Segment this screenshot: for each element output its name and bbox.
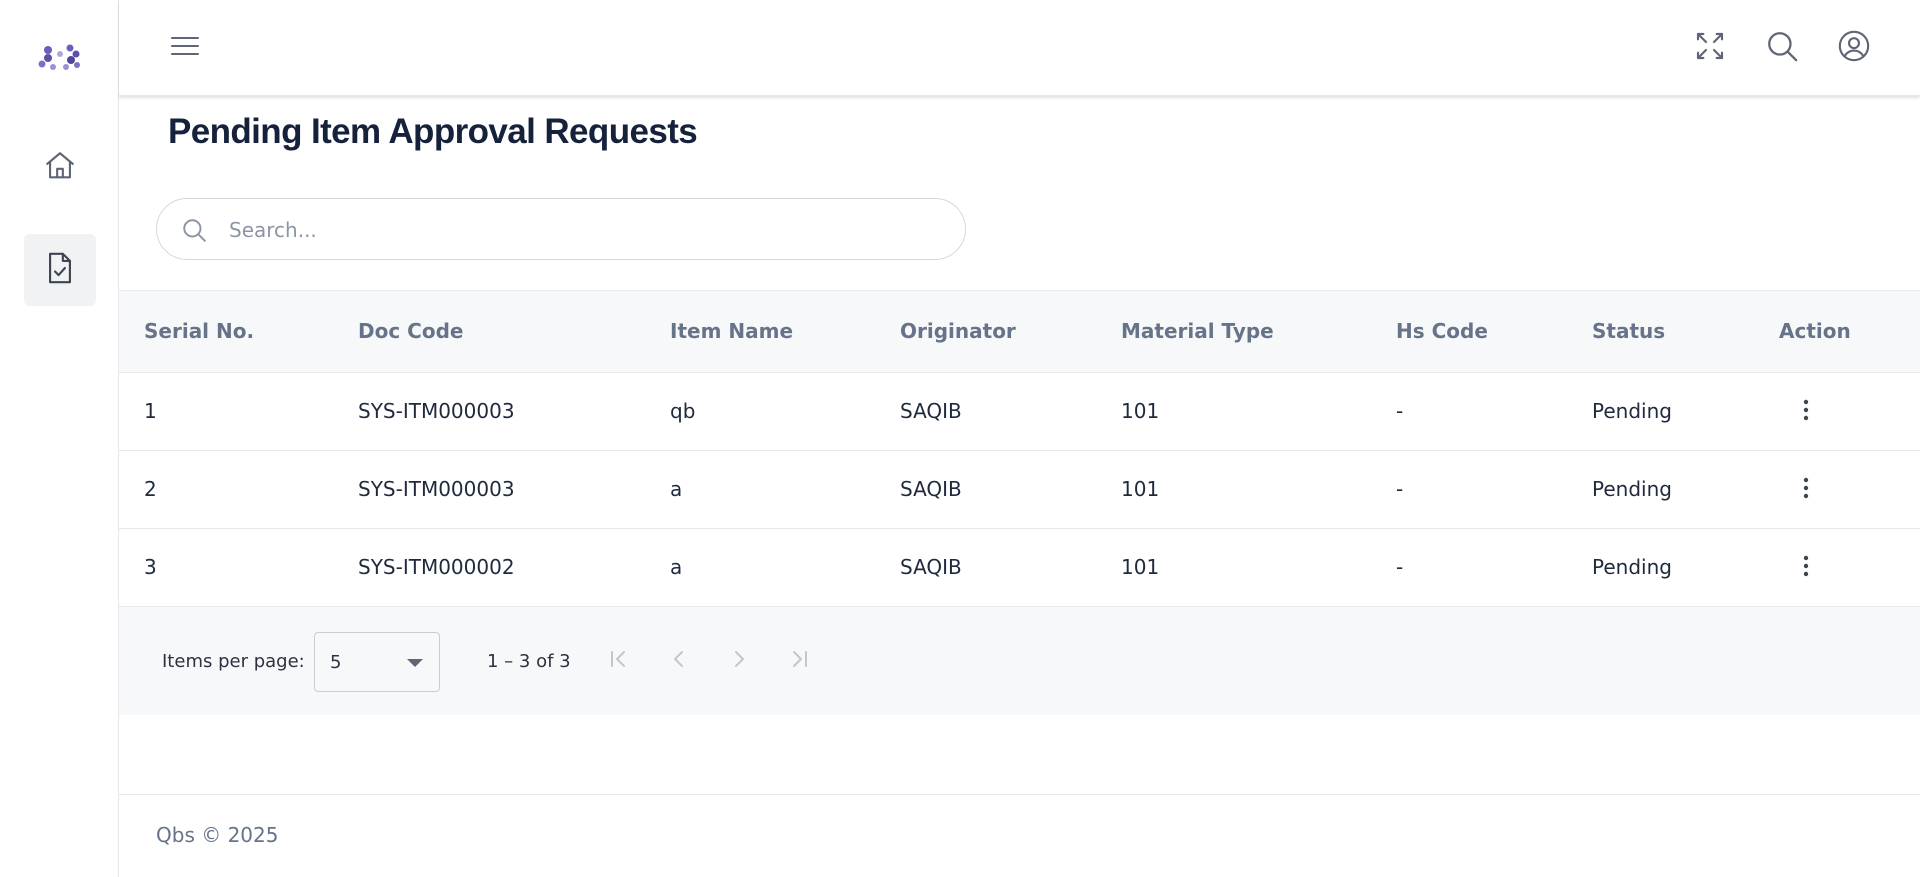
search-icon	[1765, 29, 1799, 67]
search-icon	[181, 217, 207, 243]
footer-copyright: Qbs © 2025	[156, 823, 279, 847]
last-page-button[interactable]	[779, 641, 819, 681]
cell-item-name: a	[670, 477, 683, 501]
user-profile-button[interactable]	[1834, 28, 1874, 68]
cell-hs-code: -	[1396, 555, 1404, 579]
cell-originator: SAQIB	[900, 399, 962, 423]
cell-hs-code: -	[1396, 399, 1404, 423]
next-page-button[interactable]	[719, 641, 759, 681]
cell-serial-no: 3	[144, 555, 157, 579]
topbar-search-button[interactable]	[1762, 28, 1802, 68]
search-input[interactable]	[229, 213, 929, 247]
cell-status: Pending	[1592, 399, 1672, 423]
last-page-icon	[787, 647, 811, 675]
column-header-item-name[interactable]: Item Name	[670, 319, 793, 343]
cell-status: Pending	[1592, 555, 1672, 579]
cell-serial-no: 1	[144, 399, 157, 423]
page-title: Pending Item Approval Requests	[168, 112, 698, 151]
column-header-doc-code[interactable]: Doc Code	[358, 319, 463, 343]
row-actions-button[interactable]	[1789, 551, 1823, 585]
user-circle-icon	[1837, 29, 1871, 67]
cell-doc-code: SYS-ITM000003	[358, 477, 515, 501]
cell-material-type: 101	[1121, 399, 1160, 423]
column-header-hs-code[interactable]: Hs Code	[1396, 319, 1488, 343]
footer: Qbs © 2025	[119, 794, 1920, 877]
column-header-action: Action	[1779, 319, 1851, 343]
table-row[interactable]: 2 SYS-ITM000003 a SAQIB 101 - Pending	[119, 451, 1920, 529]
cell-originator: SAQIB	[900, 555, 962, 579]
cell-doc-code: SYS-ITM000003	[358, 399, 515, 423]
items-per-page-label: Items per page:	[162, 651, 305, 672]
top-bar	[119, 0, 1920, 96]
search-box[interactable]	[156, 198, 966, 260]
more-vertical-icon	[1803, 399, 1809, 425]
cell-material-type: 101	[1121, 555, 1160, 579]
sidebar-item-home[interactable]	[24, 132, 96, 204]
cell-doc-code: SYS-ITM000002	[358, 555, 515, 579]
previous-page-button[interactable]	[659, 641, 699, 681]
cell-serial-no: 2	[144, 477, 157, 501]
items-per-page-value: 5	[330, 652, 342, 673]
table-header: Serial No. Doc Code Item Name Originator…	[119, 290, 1920, 373]
cell-item-name: a	[670, 555, 683, 579]
home-icon	[43, 149, 77, 187]
dropdown-caret-icon	[407, 659, 423, 667]
column-header-status[interactable]: Status	[1592, 319, 1665, 343]
table-row[interactable]: 3 SYS-ITM000002 a SAQIB 101 - Pending	[119, 529, 1920, 607]
more-vertical-icon	[1803, 555, 1809, 581]
first-page-icon	[607, 647, 631, 675]
app-logo[interactable]	[38, 40, 82, 80]
cell-item-name: qb	[670, 399, 696, 423]
column-header-originator[interactable]: Originator	[900, 319, 1016, 343]
document-check-icon	[45, 251, 75, 289]
menu-button[interactable]	[165, 28, 205, 68]
page-range-label: 1 – 3 of 3	[487, 651, 571, 672]
column-header-serial-no[interactable]: Serial No.	[144, 319, 254, 343]
fullscreen-button[interactable]	[1690, 28, 1730, 68]
cell-status: Pending	[1592, 477, 1672, 501]
column-header-material-type[interactable]: Material Type	[1121, 319, 1274, 343]
items-per-page-select[interactable]: 5	[314, 632, 440, 692]
row-actions-button[interactable]	[1789, 473, 1823, 507]
fullscreen-icon	[1694, 30, 1726, 66]
more-vertical-icon	[1803, 477, 1809, 503]
chevron-right-icon	[727, 647, 751, 675]
sidebar	[0, 0, 119, 877]
sidebar-item-item-approvals[interactable]	[24, 234, 96, 306]
menu-icon	[170, 34, 200, 62]
cell-hs-code: -	[1396, 477, 1404, 501]
cell-originator: SAQIB	[900, 477, 962, 501]
paginator: Items per page: 5 1 – 3 of 3	[119, 607, 1920, 715]
table-row[interactable]: 1 SYS-ITM000003 qb SAQIB 101 - Pending	[119, 373, 1920, 451]
cell-material-type: 101	[1121, 477, 1160, 501]
first-page-button[interactable]	[599, 641, 639, 681]
chevron-left-icon	[667, 647, 691, 675]
row-actions-button[interactable]	[1789, 395, 1823, 429]
